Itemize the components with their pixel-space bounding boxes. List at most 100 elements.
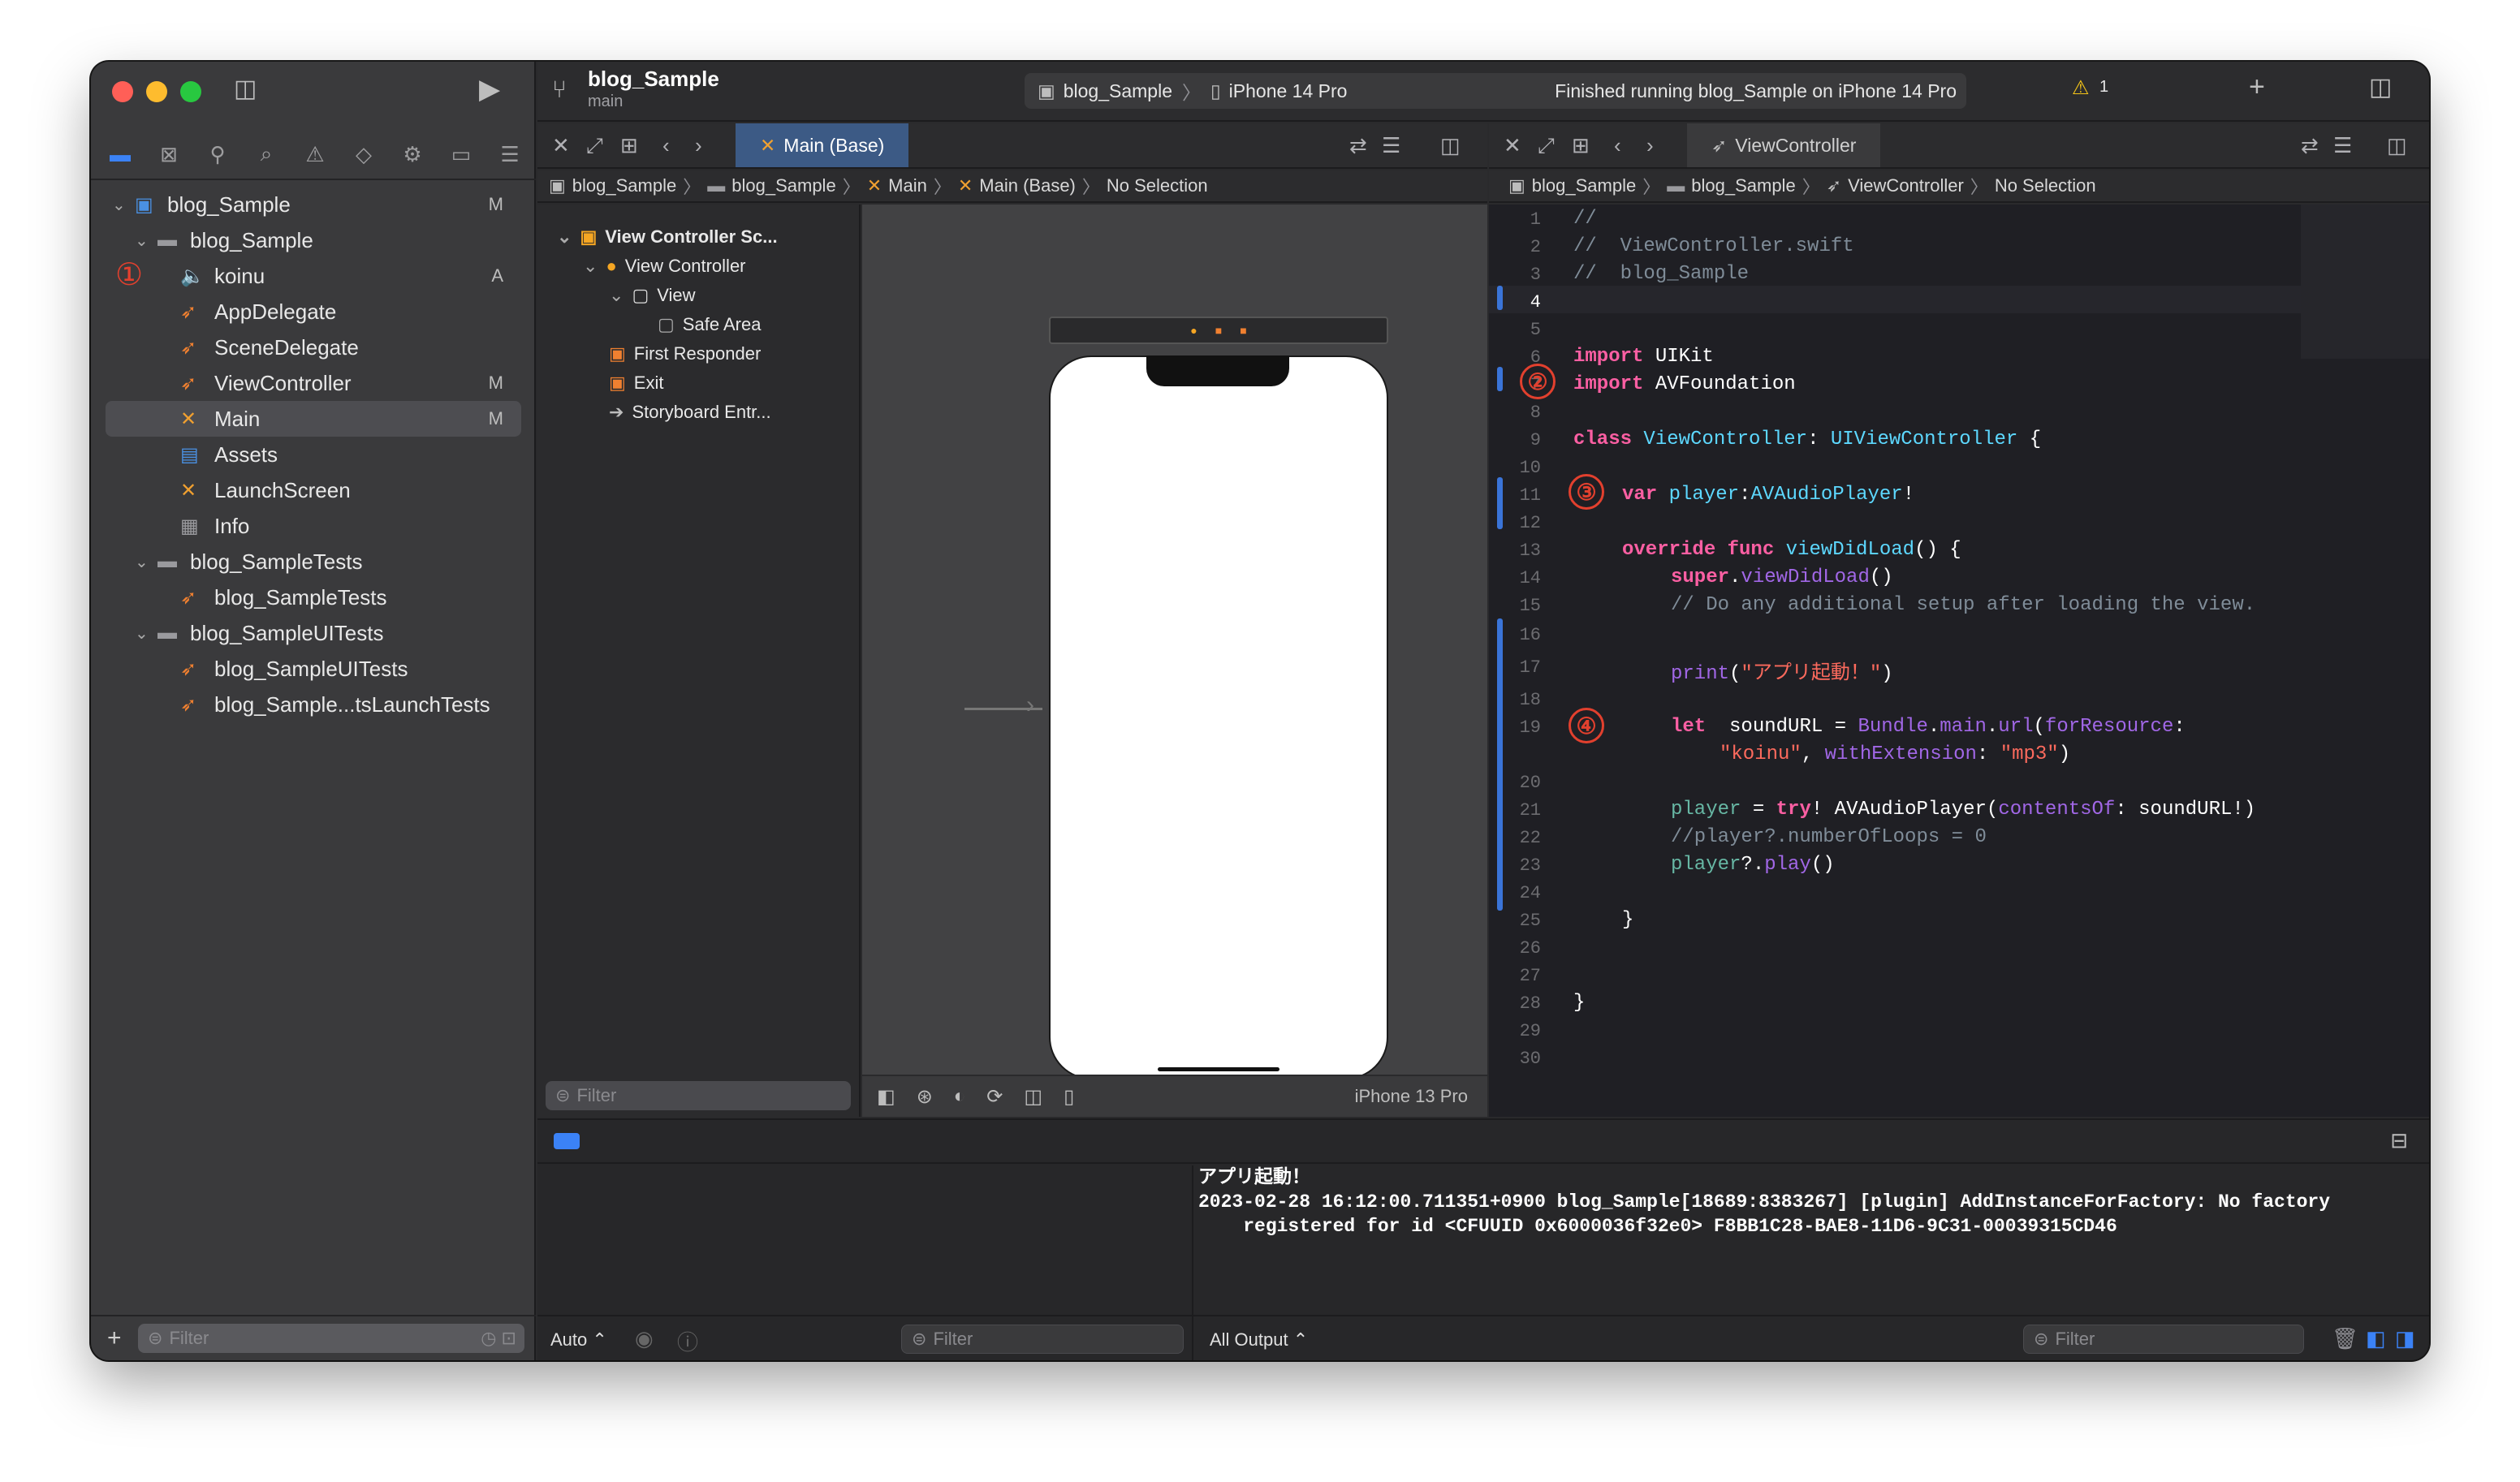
tree-item[interactable]: ➶ blog_SampleUITests <box>91 651 536 687</box>
close-icon[interactable]: ✕ <box>552 133 570 158</box>
search-icon[interactable]: ⌕ <box>248 141 284 167</box>
outline-toggle-icon[interactable]: ◧ <box>877 1085 895 1109</box>
lines-icon[interactable]: ☰ <box>1382 133 1400 158</box>
left-jump-bar[interactable]: ▣ blog_Sample 〉 ▬ blog_Sample 〉 ✕ Main 〉 ✕ … <box>537 170 1487 203</box>
tree-item[interactable]: ➶ blog_SampleTests <box>91 579 536 615</box>
show-variables-icon[interactable]: ◧ <box>2366 1326 2386 1351</box>
grid-icon[interactable]: ⊞ <box>620 133 638 158</box>
expand-icon[interactable]: ⤢ <box>586 133 603 159</box>
split-editor-icon[interactable]: ◫ <box>1440 133 1461 158</box>
tree-item[interactable]: ➶ AppDelegate <box>91 294 536 330</box>
outline-view-controller[interactable]: ⌄ ● View Controller <box>583 252 746 281</box>
tree-item[interactable]: ➶ ViewController M <box>91 365 536 401</box>
output-select[interactable]: All Output ⌃ <box>1210 1329 1308 1351</box>
add-icon[interactable]: + <box>107 1325 122 1352</box>
branch-icon: ⑂ <box>552 76 567 103</box>
outline-filter-input[interactable]: ⊜ Filter <box>546 1081 851 1110</box>
test-icon[interactable]: ◇ <box>346 142 382 167</box>
navigator-filter-input[interactable]: ⊜ Filter ◷ ⊡ <box>138 1324 524 1353</box>
symbol-icon[interactable]: ⚲ <box>200 142 235 167</box>
show-console-icon[interactable]: ◨ <box>2395 1326 2415 1351</box>
tree-item-selected[interactable]: ✕ Main M <box>106 401 521 437</box>
tree-item[interactable]: ⌄ ▬ blog_SampleTests <box>91 544 536 579</box>
orientation-icon[interactable]: ⟳ <box>986 1085 1003 1109</box>
swap-icon[interactable]: ⇄ <box>1349 133 1367 158</box>
chevron-down-icon[interactable]: ⌄ <box>135 230 149 251</box>
recent-files-icon[interactable]: ◷ ⊡ <box>481 1328 516 1349</box>
inspector-toggle-icon[interactable]: ◫ <box>2369 73 2392 101</box>
exit-icon[interactable]: ■ <box>1240 324 1246 337</box>
sidebar-toggle-icon[interactable]: ◫ <box>234 75 257 103</box>
run-button-icon[interactable]: ▶ <box>479 73 500 106</box>
source-control-icon[interactable]: ⊠ <box>151 142 187 167</box>
back-icon[interactable]: ‹ <box>662 133 670 158</box>
zoom-window-button[interactable] <box>180 81 201 102</box>
add-icon[interactable]: + <box>2249 71 2265 103</box>
forward-icon[interactable]: › <box>1646 133 1654 158</box>
forward-icon[interactable]: › <box>695 133 702 158</box>
tree-item[interactable]: ➶ blog_Sample...tsLaunchTests <box>91 687 536 722</box>
breakpoints-toggle-icon[interactable] <box>554 1133 580 1149</box>
variables-scope-select[interactable]: Auto ⌃ <box>550 1329 607 1351</box>
chevron-down-icon[interactable]: ⌄ <box>583 256 598 277</box>
tree-item[interactable]: ▤ Assets <box>91 437 536 472</box>
console-output[interactable]: アプリ起動！ 2023-02-28 16:12:00.711351+0900 b… <box>1193 1165 2429 1316</box>
tree-item[interactable]: ✕ LaunchScreen <box>91 472 536 508</box>
code-editor[interactable]: 1 2 3 4 5 6 7 8 9 10 11 12 13 14 15 16 1… <box>1489 205 2429 1117</box>
right-jump-bar[interactable]: ▣ blog_Sample 〉 ▬ blog_Sample 〉 ➶ ViewCont… <box>1489 170 2429 203</box>
eye-icon[interactable]: ◉ <box>635 1326 654 1351</box>
outline-safe-area[interactable]: ▢ Safe Area <box>658 310 761 339</box>
tree-item[interactable]: ① 🔈 koinu A <box>91 258 536 294</box>
scene-dock[interactable]: ● ■ ■ <box>1049 317 1388 344</box>
scheme-activity-bar[interactable]: ▣ blog_Sample 〉 ▯ iPhone 14 Pro Finished… <box>1025 73 1966 109</box>
variables-filter-input[interactable]: ⊜ Filter <box>901 1325 1184 1354</box>
lines-icon[interactable]: ☰ <box>2333 133 2352 158</box>
breakpoint-icon[interactable]: ▭ <box>443 142 479 167</box>
device-selector[interactable]: iPhone 13 Pro <box>1355 1086 1468 1107</box>
first-responder-icon[interactable]: ■ <box>1215 324 1222 337</box>
outline-storyboard-entry[interactable]: ➔ Storyboard Entr... <box>609 398 771 427</box>
close-window-button[interactable] <box>112 81 133 102</box>
chevron-down-icon[interactable]: ⌄ <box>135 552 149 572</box>
tab-viewcontroller[interactable]: ➶ ViewController <box>1687 123 1881 167</box>
chevron-down-icon[interactable]: ⌄ <box>112 195 126 215</box>
tree-item[interactable]: ▦ Info <box>91 508 536 544</box>
tree-item[interactable]: ⌄ ▬ blog_SampleUITests <box>91 615 536 651</box>
chevron-down-icon[interactable]: ⌄ <box>135 623 149 644</box>
tree-item[interactable]: ➶ SceneDelegate <box>91 330 536 365</box>
tab-main-base[interactable]: ✕ Main (Base) <box>736 123 909 167</box>
folder-icon[interactable]: ▬ <box>102 142 138 167</box>
outline-view[interactable]: ⌄ ▢ View <box>609 281 696 310</box>
report-icon[interactable]: ☰ <box>492 142 528 167</box>
grid-icon[interactable]: ⊞ <box>1572 133 1590 158</box>
appearance-icon[interactable]: ◐ <box>954 1085 966 1108</box>
back-icon[interactable]: ‹ <box>1614 133 1621 158</box>
info-icon[interactable]: ⓘ <box>677 1326 698 1356</box>
console-filter-input[interactable]: ⊜ Filter <box>2023 1325 2304 1354</box>
warning-icon[interactable]: ⚠ <box>2072 76 2090 100</box>
swap-icon[interactable]: ⇄ <box>2301 133 2319 158</box>
tree-item[interactable]: ⌄ ▣ blog_Sample M <box>91 187 536 222</box>
storyboard-canvas[interactable]: ● ■ ■ › ◧ ⊛ ◐ ⟳ ◫ ▯ iPhone 13 Pro <box>862 205 1487 1117</box>
warning-icon[interactable]: ⚠ <box>297 142 333 167</box>
outline-exit[interactable]: ▣ Exit <box>609 368 663 398</box>
layout-icon[interactable]: ◫ <box>1024 1085 1042 1109</box>
outline-scene[interactable]: ⌄ ▣ View Controller Sc... <box>557 222 778 252</box>
close-icon[interactable]: ✕ <box>1504 133 1521 158</box>
device-icon[interactable]: ▯ <box>1064 1085 1074 1109</box>
debug-icon[interactable]: ⚙ <box>395 142 430 167</box>
swift-file-icon: ➶ <box>180 372 197 394</box>
iphone-preview[interactable] <box>1049 355 1388 1079</box>
expand-icon[interactable]: ⤢ <box>1538 133 1555 159</box>
view-controller-icon[interactable]: ● <box>1190 324 1197 337</box>
trash-icon[interactable]: 🗑 <box>2332 1326 2358 1351</box>
outline-first-responder[interactable]: ▣ First Responder <box>609 339 761 368</box>
split-editor-icon[interactable]: ◫ <box>2387 133 2407 158</box>
accessibility-icon[interactable]: ⊛ <box>917 1085 933 1109</box>
minimap[interactable] <box>2301 205 2429 359</box>
chevron-down-icon[interactable]: ⌄ <box>557 226 572 248</box>
tree-item[interactable]: ⌄ ▬ blog_Sample <box>91 222 536 258</box>
hide-debug-area-icon[interactable]: ⊟ <box>2390 1128 2408 1153</box>
chevron-down-icon[interactable]: ⌄ <box>609 285 624 306</box>
minimize-window-button[interactable] <box>146 81 167 102</box>
